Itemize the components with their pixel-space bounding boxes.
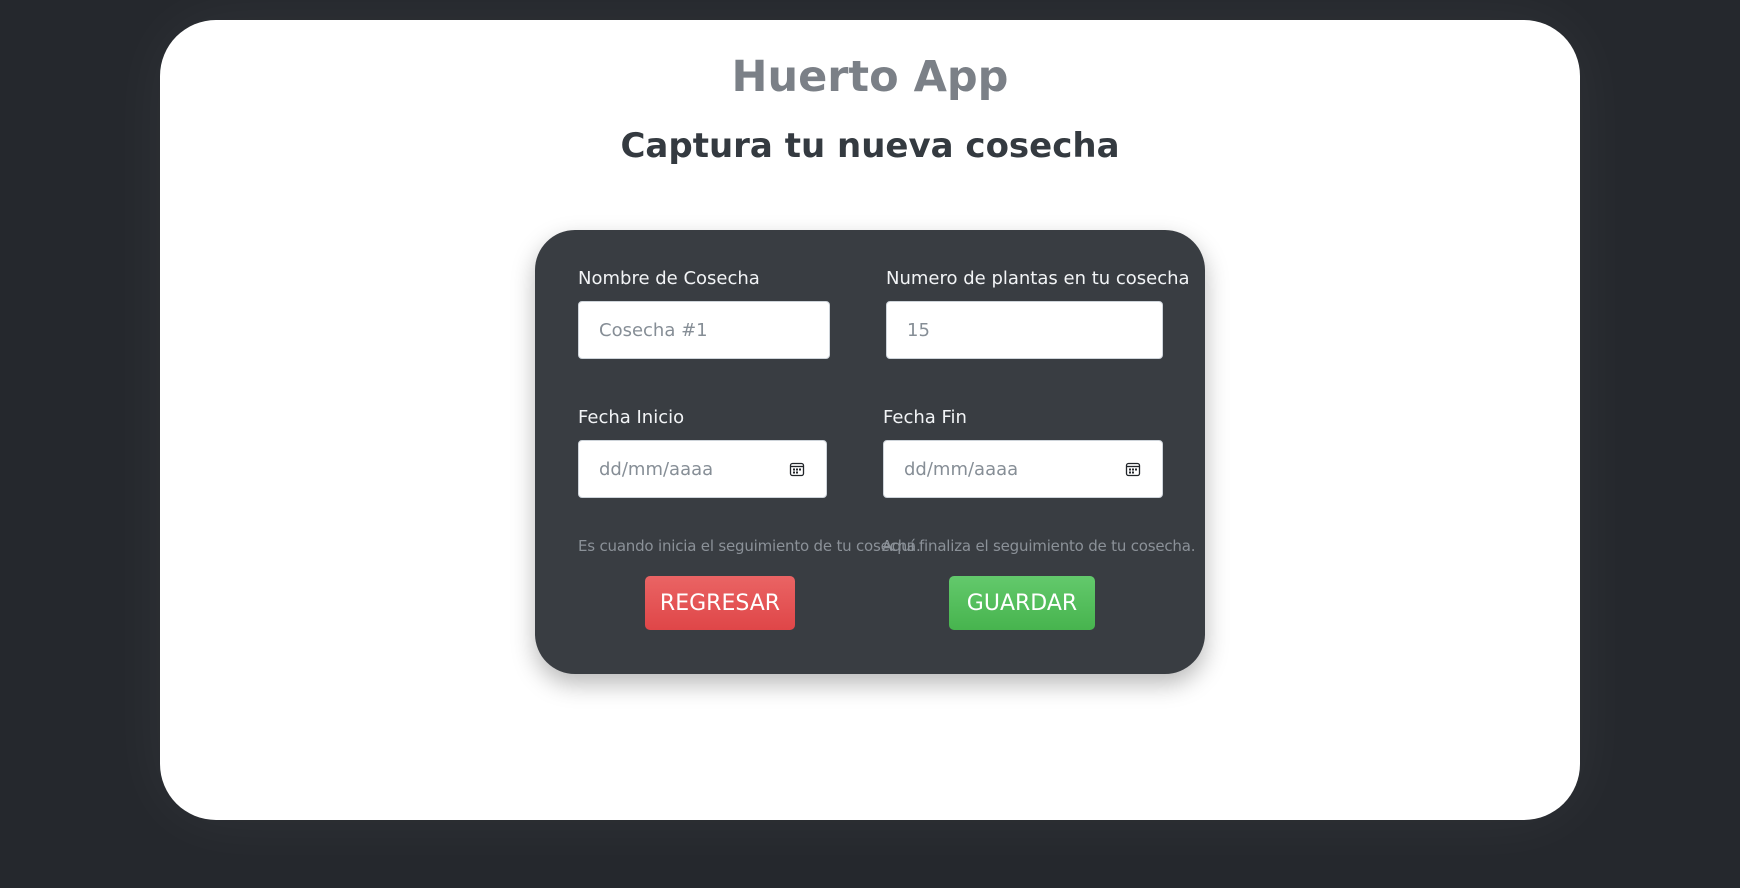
calendar-icon[interactable] <box>1124 460 1142 478</box>
end-date-placeholder: dd/mm/aaaa <box>904 458 1019 480</box>
back-button[interactable]: REGRESAR <box>645 576 795 630</box>
start-date-help: Es cuando inicia el seguimiento de tu co… <box>578 537 921 555</box>
plant-count-placeholder: 15 <box>907 319 930 341</box>
page-card: Huerto App Captura tu nueva cosecha Nomb… <box>160 20 1580 820</box>
harvest-form: Nombre de Cosecha Cosecha #1 Numero de p… <box>535 230 1205 674</box>
end-date-label: Fecha Fin <box>883 407 967 428</box>
save-button[interactable]: GUARDAR <box>949 576 1095 630</box>
page-subtitle: Captura tu nueva cosecha <box>620 126 1120 166</box>
harvest-name-input[interactable]: Cosecha #1 <box>578 301 830 359</box>
start-date-label: Fecha Inicio <box>578 407 685 428</box>
harvest-name-label: Nombre de Cosecha <box>578 268 760 289</box>
plant-count-input[interactable]: 15 <box>886 301 1163 359</box>
start-date-input[interactable]: dd/mm/aaaa <box>578 440 827 498</box>
end-date-input[interactable]: dd/mm/aaaa <box>883 440 1163 498</box>
end-date-help: Aquí finaliza el seguimiento de tu cosec… <box>882 537 1196 555</box>
harvest-name-placeholder: Cosecha #1 <box>599 319 708 341</box>
app-title: Huerto App <box>731 52 1009 102</box>
start-date-placeholder: dd/mm/aaaa <box>599 458 714 480</box>
plant-count-label: Numero de plantas en tu cosecha <box>886 268 1190 289</box>
calendar-icon[interactable] <box>788 460 806 478</box>
